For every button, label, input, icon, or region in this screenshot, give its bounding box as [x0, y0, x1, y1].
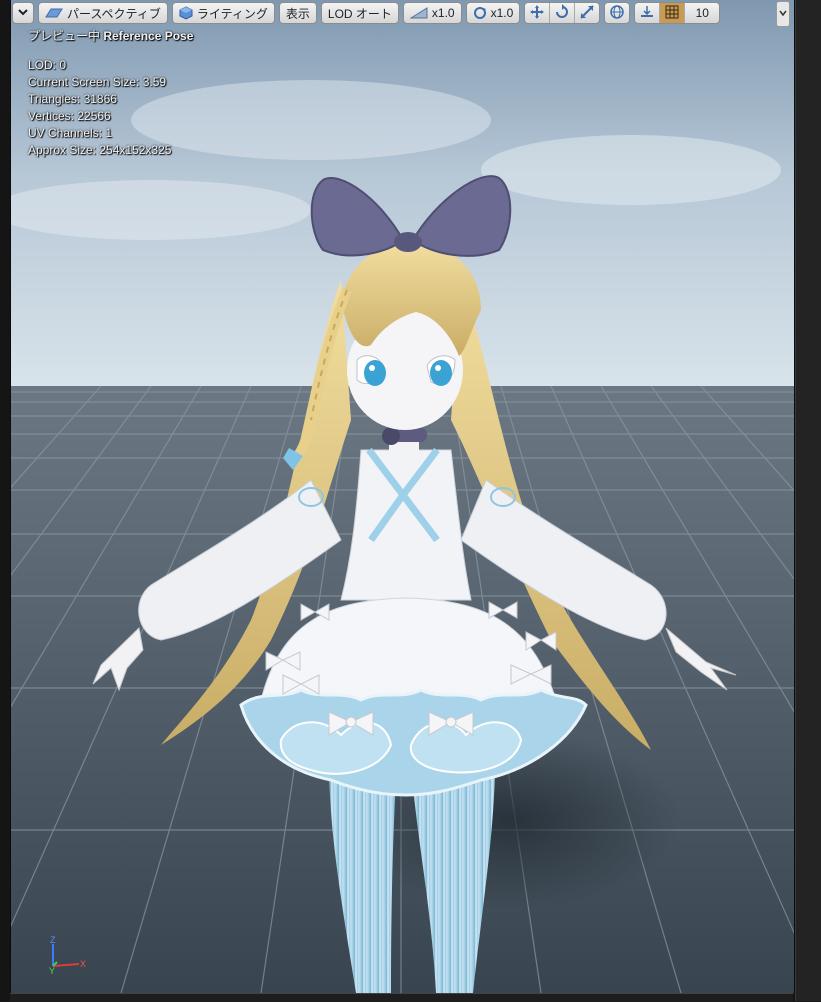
lod-label: LOD オート	[328, 5, 392, 22]
stat-vertices: Vertices: 22566	[28, 108, 171, 125]
stat-uv-channels: UV Channels: 1	[28, 125, 171, 142]
viewport[interactable]: プレビュー中 Reference Pose LOD: 0 Current Scr…	[10, 0, 795, 993]
preview-prefix: プレビュー中	[28, 29, 100, 43]
lighting-label: ライティング	[197, 5, 268, 22]
preview-label: プレビュー中 Reference Pose	[28, 28, 193, 45]
stat-triangles: Triangles: 31866	[28, 91, 171, 108]
transform-tools-group	[524, 2, 600, 24]
globe-icon	[609, 4, 625, 23]
anim-speed-button[interactable]: x1.0	[466, 2, 521, 24]
grid-size-value: 10	[696, 6, 709, 20]
viewport-toolbar: パースペクティブ ライティング 表示 LOD オート x1.0 x1.0	[12, 1, 720, 25]
anim-speed-label: x1.0	[491, 6, 514, 20]
preview-pose: Reference Pose	[103, 29, 193, 43]
playback-speed-icon	[410, 7, 428, 19]
axis-y-label: Y	[49, 966, 55, 974]
axis-z-label: Z	[50, 935, 56, 945]
snap-surface-icon	[639, 4, 655, 23]
viewport-menu-button[interactable]	[12, 2, 34, 24]
lod-button[interactable]: LOD オート	[321, 2, 399, 24]
scale-icon	[579, 4, 595, 23]
axis-x-label: X	[80, 959, 86, 969]
view-mode-button[interactable]: パースペクティブ	[38, 2, 168, 24]
play-rate-label: x1.0	[432, 6, 455, 20]
translate-tool-button[interactable]	[525, 3, 550, 23]
rotate-icon	[554, 4, 570, 23]
options-expand-button[interactable]	[776, 1, 790, 27]
axis-gizmo: Z Y X	[47, 934, 91, 974]
perspective-icon	[45, 7, 63, 19]
world-local-toggle	[604, 2, 630, 24]
turntable-icon	[473, 6, 487, 20]
editor-frame: プレビュー中 Reference Pose LOD: 0 Current Scr…	[0, 0, 821, 1001]
lighting-button[interactable]: ライティング	[172, 2, 275, 24]
play-rate-button[interactable]: x1.0	[403, 2, 462, 24]
stat-approx-size: Approx Size: 254x152x325	[28, 142, 171, 159]
mesh-stats: LOD: 0 Current Screen Size: 3.59 Triangl…	[28, 57, 171, 159]
move-arrows-icon	[529, 4, 545, 23]
scale-tool-button[interactable]	[575, 3, 599, 23]
view-mode-label: パースペクティブ	[67, 5, 161, 22]
stat-screen-size: Current Screen Size: 3.59	[28, 74, 171, 91]
grid-snap-button[interactable]	[660, 3, 685, 23]
side-panel-edge	[795, 0, 821, 1001]
chevron-down-icon	[779, 9, 787, 19]
chevron-down-icon	[17, 6, 29, 20]
show-button[interactable]: 表示	[279, 2, 317, 24]
rotate-tool-button[interactable]	[550, 3, 575, 23]
lit-cube-icon	[179, 6, 193, 20]
stat-lod: LOD: 0	[28, 57, 171, 74]
grid-icon	[665, 5, 679, 22]
grid-snap-group: 10	[634, 2, 720, 24]
grid-size-button[interactable]: 10	[685, 3, 719, 23]
coordinate-space-button[interactable]	[605, 3, 629, 23]
surface-snap-button[interactable]	[635, 3, 660, 23]
show-label: 表示	[286, 5, 310, 22]
